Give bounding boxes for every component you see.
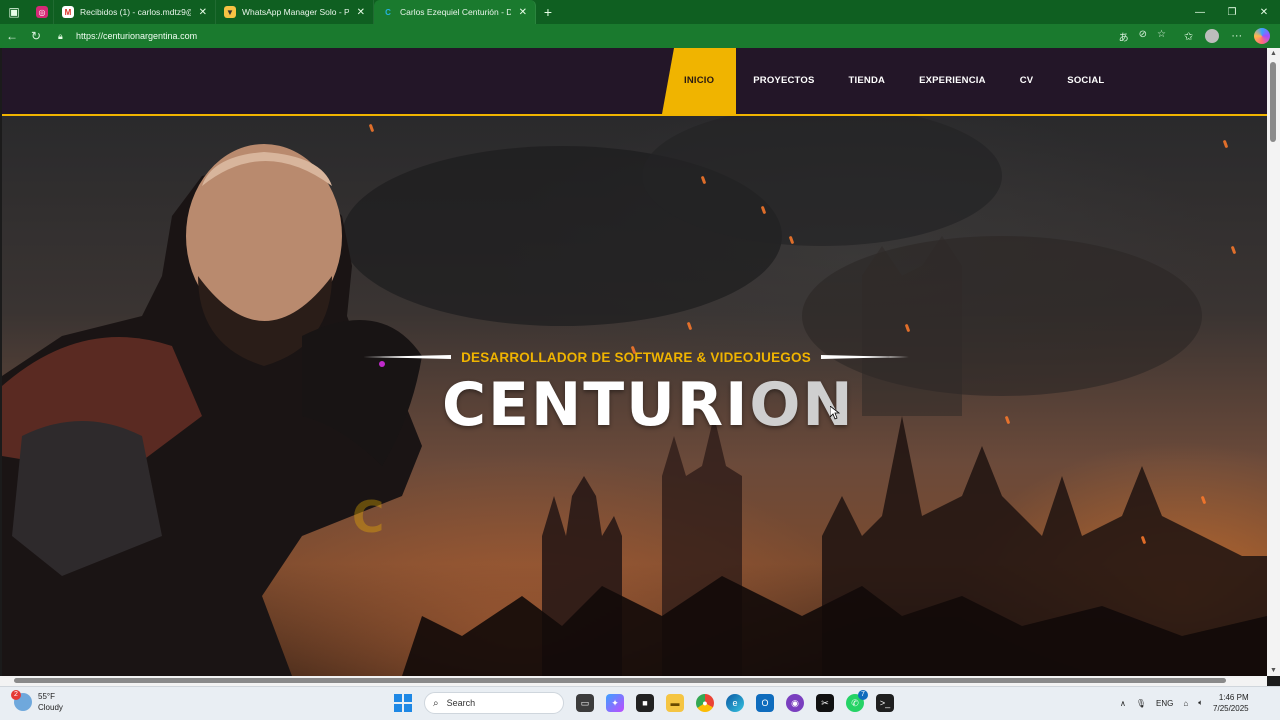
app-purple-icon[interactable]: ◉: [786, 694, 804, 712]
clock-time: 1:46 PM: [1218, 693, 1249, 702]
favorite-star-icon[interactable]: ☆: [1157, 29, 1166, 44]
clock[interactable]: 1:46 PM 7/25/2025: [1213, 692, 1249, 714]
close-tab-icon[interactable]: ✕: [199, 7, 207, 18]
left-blade-divider: [363, 355, 452, 359]
nav-social[interactable]: SOCIAL: [1050, 48, 1121, 114]
weather-widget[interactable]: 2 55°F Cloudy: [11, 690, 63, 713]
hero-headline: CENTURION: [442, 370, 853, 440]
close-tab-icon[interactable]: ✕: [519, 7, 527, 18]
edge-icon[interactable]: e: [726, 694, 744, 712]
tab-instagram[interactable]: ◎: [28, 0, 54, 24]
nav-cv[interactable]: CV: [1003, 48, 1051, 114]
tab-centurion-site[interactable]: C Carlos Ezequiel Centurión - Desar ✕: [374, 0, 536, 24]
vertical-scrollbar[interactable]: ▲ ▼: [1267, 48, 1280, 676]
site-header: INICIO PROYECTOS TIENDA EXPERIENCIA CV S…: [2, 48, 1267, 116]
clock-date: 7/25/2025: [1213, 704, 1249, 713]
network-icon[interactable]: ⌂: [1183, 699, 1188, 708]
copilot-app-icon[interactable]: ✦: [606, 694, 624, 712]
mouse-cursor-icon: [830, 406, 840, 420]
search-placeholder: Search: [446, 698, 476, 708]
restore-icon[interactable]: ❐: [1216, 0, 1248, 24]
address-bar[interactable]: 🔒︎ https://centurionargentina.com あ ⊘ ☆: [52, 26, 1176, 46]
close-window-icon[interactable]: ✕: [1248, 0, 1280, 24]
nav-tienda[interactable]: TIENDA: [832, 48, 903, 114]
minimize-icon[interactable]: —: [1184, 0, 1216, 24]
outlook-icon[interactable]: O: [756, 694, 774, 712]
language-indicator[interactable]: ENG: [1156, 699, 1173, 708]
nav-experiencia[interactable]: EXPERIENCIA: [902, 48, 1003, 114]
scroll-up-icon[interactable]: ▲: [1269, 50, 1278, 57]
site-favicon: C: [382, 6, 394, 18]
nav-inicio[interactable]: INICIO: [662, 48, 737, 114]
back-icon[interactable]: ←: [0, 24, 24, 48]
taskbar: 2 55°F Cloudy ⌕ Search ▭ ✦ ■ ▬ ● e O ◉ ✂…: [0, 686, 1280, 720]
hero-subtitle: DESARROLLADOR DE SOFTWARE & VIDEOJUEGOS: [461, 349, 811, 365]
task-view-icon[interactable]: ▭: [576, 694, 594, 712]
hero-subtitle-row: DESARROLLADOR DE SOFTWARE & VIDEOJUEGOS: [360, 349, 912, 365]
horizontal-scrollbar[interactable]: [0, 676, 1267, 686]
whatsapp-badge: 7: [858, 690, 868, 700]
scroll-down-icon[interactable]: ▼: [1269, 667, 1278, 674]
volume-icon[interactable]: 🔈︎: [1198, 698, 1203, 708]
read-aloud-icon[interactable]: あ: [1119, 29, 1129, 44]
tab-actions-icon[interactable]: ▣: [0, 0, 28, 24]
refresh-icon[interactable]: ↻: [24, 24, 48, 48]
search-icon: ⌕: [433, 697, 439, 709]
tab-title: Carlos Ezequiel Centurión - Desar: [400, 7, 511, 17]
webpage-viewport: C INICIO PROYECTOS TIENDA EXPERIENCIA CV…: [2, 48, 1267, 676]
new-tab-icon[interactable]: +: [536, 0, 560, 24]
copilot-icon[interactable]: [1254, 28, 1271, 44]
horizontal-scroll-thumb[interactable]: [14, 678, 1226, 683]
ghost-logo-letter: C: [352, 492, 385, 543]
tab-whatsapp-manager[interactable]: ▼ WhatsApp Manager Solo - Profes ✕: [216, 0, 374, 24]
taskbar-apps: ⌕ Search ▭ ✦ ■ ▬ ● e O ◉ ✂ ✆ 7 >_: [394, 690, 894, 714]
window-controls: — ❐ ✕: [1184, 0, 1280, 24]
url-text: https://centurionargentina.com: [76, 31, 198, 41]
weather-icon: 2: [11, 690, 32, 711]
close-tab-icon[interactable]: ✕: [357, 7, 365, 18]
vertical-scroll-thumb[interactable]: [1270, 62, 1276, 142]
tab-gmail[interactable]: M Recibidos (1) - carlos.mdtz9@gm ✕: [54, 0, 216, 24]
block-icon[interactable]: ⊘: [1139, 29, 1147, 44]
capcut-icon[interactable]: ✂: [816, 694, 834, 712]
system-tray: ∧ 🎙︎ ENG ⌂ 🔈︎ 1:46 PM 7/25/2025: [1120, 692, 1249, 714]
microphone-icon[interactable]: 🎙︎: [1136, 699, 1146, 708]
gmail-icon: M: [62, 6, 74, 18]
chrome-icon[interactable]: ●: [696, 694, 714, 712]
weather-badge: 2: [11, 690, 21, 700]
windows-start-icon[interactable]: [394, 694, 412, 712]
browser-tab-strip: ▣ ◎ M Recibidos (1) - carlos.mdtz9@gm ✕ …: [0, 0, 1280, 24]
whatsapp-manager-icon: ▼: [224, 6, 236, 18]
tab-title: WhatsApp Manager Solo - Profes: [242, 7, 349, 17]
show-hidden-icons-icon[interactable]: ∧: [1120, 699, 1126, 708]
profile-avatar[interactable]: [1205, 29, 1220, 43]
main-nav: INICIO PROYECTOS TIENDA EXPERIENCIA CV S…: [662, 48, 1121, 114]
weather-desc: Cloudy: [38, 703, 63, 712]
taskbar-search[interactable]: ⌕ Search: [424, 692, 564, 714]
lock-icon[interactable]: 🔒︎: [58, 31, 72, 42]
instagram-icon: ◎: [36, 6, 48, 18]
file-explorer-icon[interactable]: ▬: [666, 694, 684, 712]
terminal-icon[interactable]: >_: [876, 694, 894, 712]
whatsapp-icon[interactable]: ✆ 7: [846, 690, 868, 712]
favorites-icon[interactable]: ✩: [1184, 30, 1193, 43]
headline-main: CENTURI: [442, 370, 750, 440]
tab-title: Recibidos (1) - carlos.mdtz9@gm: [80, 7, 191, 17]
address-bar-row: ← ↻ 🔒︎ https://centurionargentina.com あ …: [0, 24, 1280, 48]
nav-proyectos[interactable]: PROYECTOS: [736, 48, 831, 114]
right-blade-divider: [820, 355, 909, 359]
more-menu-icon[interactable]: ···: [1231, 30, 1242, 42]
meet-icon[interactable]: ■: [636, 694, 654, 712]
weather-temp: 55°F: [38, 692, 55, 701]
headline-fade: ON: [749, 370, 855, 440]
